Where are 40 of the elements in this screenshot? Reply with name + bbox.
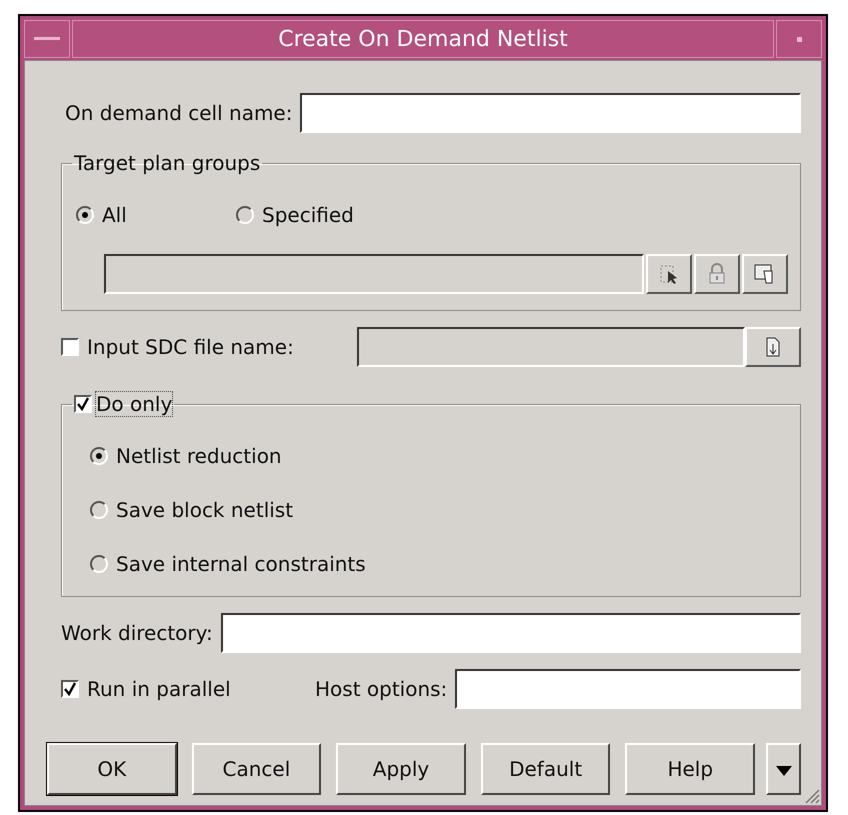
- dialog-button[interactable]: Help: [625, 743, 756, 795]
- input-field[interactable]: [455, 669, 801, 709]
- option-label: All: [102, 203, 127, 227]
- field-label: Host options:: [315, 677, 448, 701]
- dialog-button[interactable]: Apply: [336, 743, 466, 795]
- field-label: Work directory:: [61, 621, 213, 645]
- group-title: Target plan groups: [73, 151, 262, 175]
- browse-button[interactable]: [745, 327, 801, 367]
- select-icon: [660, 263, 678, 285]
- option-label: Specified: [262, 203, 354, 227]
- group-title[interactable]: Do only: [96, 392, 172, 416]
- tool-button[interactable]: [694, 254, 740, 294]
- checkbox[interactable]: [74, 395, 92, 413]
- option-label: Save internal constraints: [116, 552, 366, 576]
- tool-button[interactable]: [646, 254, 692, 294]
- checkbox[interactable]: [61, 338, 79, 356]
- option-label: Netlist reduction: [116, 444, 282, 468]
- input-field[interactable]: [300, 93, 801, 133]
- radio-button[interactable]: [90, 447, 108, 465]
- radio-button[interactable]: [90, 501, 108, 519]
- field-label: Input SDC file name:: [87, 335, 295, 359]
- dialog-button[interactable]: OK: [47, 743, 177, 795]
- browse-icon: [765, 336, 781, 358]
- dash-icon: [34, 37, 60, 41]
- radio-button[interactable]: [76, 206, 94, 224]
- option-label: Save block netlist: [116, 498, 294, 522]
- radio-button[interactable]: [236, 206, 254, 224]
- input-field[interactable]: [220, 613, 801, 653]
- dialog-button[interactable]: Default: [480, 743, 610, 795]
- checkbox[interactable]: [61, 680, 79, 698]
- field-label: On demand cell name:: [65, 101, 292, 125]
- window-title: Create On Demand Netlist: [72, 20, 774, 58]
- tool-button[interactable]: [742, 254, 788, 294]
- radio-button[interactable]: [90, 555, 108, 573]
- checkbox-label: Run in parallel: [87, 677, 232, 701]
- lock-icon: [708, 263, 726, 285]
- caret-icon: [776, 766, 792, 776]
- dialog-button[interactable]: Cancel: [192, 743, 322, 795]
- menu-button[interactable]: [766, 743, 801, 795]
- window-menu-button[interactable]: [24, 20, 70, 58]
